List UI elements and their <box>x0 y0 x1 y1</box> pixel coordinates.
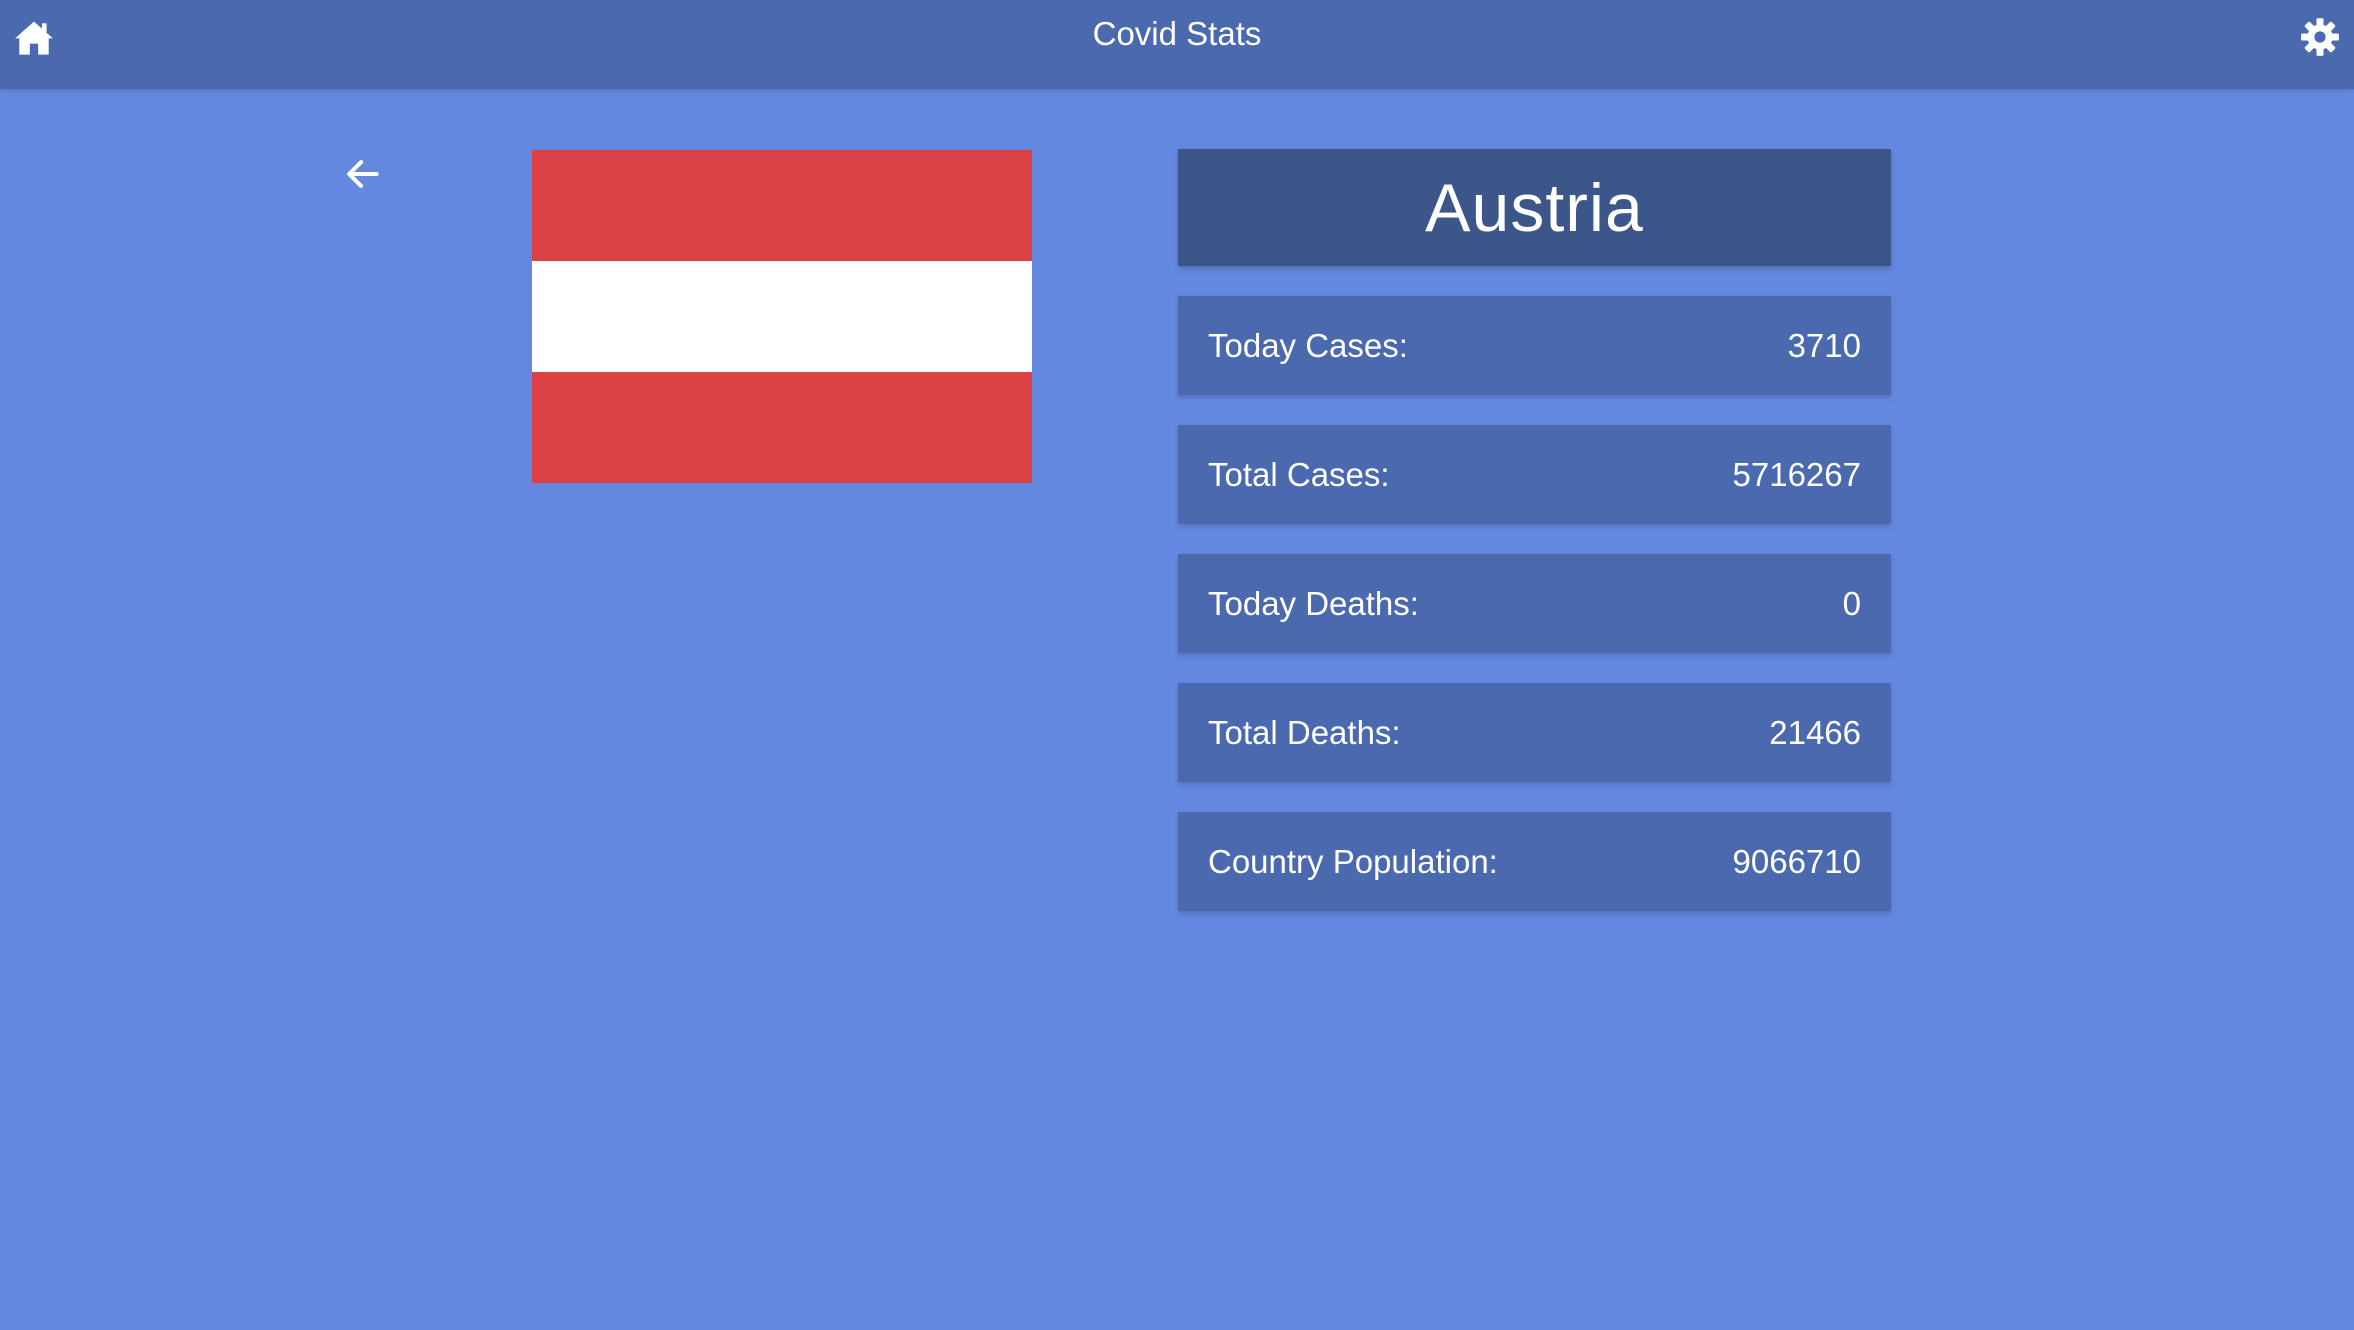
stat-row-total-deaths: Total Deaths: 21466 <box>1178 683 1891 782</box>
country-name: Austria <box>1425 169 1644 246</box>
back-button[interactable] <box>340 152 384 196</box>
stat-value: 5716267 <box>1732 455 1861 493</box>
flag-stripe-bottom <box>532 372 1032 483</box>
stat-label: Today Cases: <box>1208 326 1408 364</box>
stat-row-country-population: Country Population: 9066710 <box>1178 812 1891 911</box>
stat-value: 9066710 <box>1732 842 1861 880</box>
country-header-card: Austria <box>1178 149 1891 266</box>
stat-row-total-cases: Total Cases: 5716267 <box>1178 425 1891 524</box>
stat-label: Today Deaths: <box>1208 584 1419 622</box>
settings-button[interactable] <box>2299 16 2341 58</box>
flag-stripe-top <box>532 150 1032 261</box>
stat-value: 3710 <box>1787 326 1861 364</box>
stat-value: 0 <box>1842 584 1861 622</box>
stats-panel: Austria Today Cases: 3710 Total Cases: 5… <box>1178 149 1891 911</box>
app-title: Covid Stats <box>1092 15 1262 52</box>
stat-label: Country Population: <box>1208 842 1498 880</box>
stat-label: Total Deaths: <box>1208 713 1401 751</box>
stat-row-today-cases: Today Cases: 3710 <box>1178 296 1891 395</box>
top-app-bar: Covid Stats <box>0 0 2354 89</box>
arrow-left-icon <box>347 160 379 188</box>
flag-stripe-middle <box>532 261 1032 372</box>
stat-label: Total Cases: <box>1208 455 1390 493</box>
stat-value: 21466 <box>1769 713 1861 751</box>
gear-icon <box>2301 18 2339 56</box>
stat-row-today-deaths: Today Deaths: 0 <box>1178 554 1891 653</box>
country-flag <box>532 150 1032 483</box>
